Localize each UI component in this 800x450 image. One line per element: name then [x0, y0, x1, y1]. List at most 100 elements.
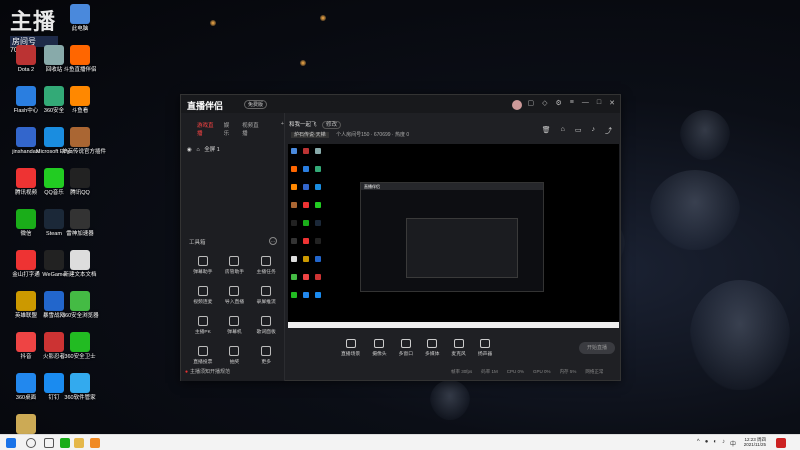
scene-item[interactable]: ◉ ⌂ 全屏 1	[187, 145, 284, 153]
start-live-button[interactable]: 开始直播	[579, 342, 615, 354]
desktop-icon[interactable]: 斗鱼直播伴侣	[62, 45, 98, 73]
toolbox-title: 工具箱	[189, 240, 206, 246]
shirt-icon[interactable]: ◇	[542, 99, 547, 107]
ime-icon[interactable]: 中	[730, 439, 736, 448]
notification-icon[interactable]	[776, 438, 786, 448]
notice-link[interactable]: 主播须知开播规范	[185, 368, 230, 375]
app-icon-qq[interactable]	[60, 438, 70, 448]
app-icon	[70, 373, 90, 393]
lock-icon[interactable]: ⌂	[196, 147, 199, 153]
source-control-label: 直播场景	[341, 352, 361, 357]
search-icon[interactable]	[26, 438, 36, 448]
desktop-icon[interactable]: 雷神加速器	[62, 209, 98, 237]
volume-icon[interactable]: ♪	[722, 439, 725, 448]
preview-desktop-icon	[315, 202, 321, 208]
tool-item[interactable]: 主播PK	[187, 316, 219, 335]
room-info-row: 炉石传说·天梯 个人房间号150 · 670699 · 热度 0	[291, 131, 409, 138]
source-control-icon	[427, 339, 438, 348]
edit-title-button[interactable]: 修改	[322, 121, 342, 129]
desktop-icon[interactable]: 360软件管家	[62, 373, 98, 401]
more-icon[interactable]: …	[269, 237, 277, 245]
share-icon[interactable]: ⤴	[605, 126, 612, 136]
status-bar: 帧率 30fps 码率 1M CPU 0% GPU 0% 内存 5% 网络正常	[451, 369, 603, 375]
maximize-icon[interactable]: □	[597, 99, 601, 107]
desktop-icon[interactable]: 斗鱼看	[62, 86, 98, 114]
windows-start-icon[interactable]	[6, 438, 16, 448]
tool-item[interactable]: 房管助手	[219, 256, 251, 275]
desktop-icon[interactable]: 新建文本文档	[62, 250, 98, 278]
tool-item[interactable]: 主播任务	[250, 256, 282, 275]
app-icon	[70, 4, 90, 24]
tab-video[interactable]: 视频直播	[242, 121, 259, 137]
glow-dot	[300, 60, 306, 66]
source-control-button[interactable]: 多媒体	[425, 339, 439, 357]
tool-item[interactable]: 更多	[250, 346, 282, 365]
tool-icon	[261, 316, 272, 326]
message-icon[interactable]: ▢	[528, 99, 535, 107]
left-panel: 游戏直播 娱乐 视频直播 + ◉ ⌂ 全屏 1 工具箱 … 弹幕助手 房管助手 主播…	[181, 113, 285, 381]
desktop-icon[interactable]: 360安全浏览器	[62, 291, 99, 319]
tool-icon	[229, 316, 240, 326]
stream-preview[interactable]: 直播伴侣	[288, 144, 619, 328]
desktop-icon-label: 新建文本文档	[63, 272, 97, 278]
jellyfish-decor	[680, 110, 730, 160]
menu-icon[interactable]: ≡	[570, 99, 574, 107]
screen-icon[interactable]: ▭	[575, 126, 582, 136]
room-title: 和我一起飞	[289, 122, 317, 128]
tool-item[interactable]: 视频连麦	[187, 286, 219, 305]
desktop-icon[interactable]: 炉石传说官方插件	[62, 127, 106, 155]
wechat-tray-icon[interactable]: ●	[705, 439, 709, 448]
live-assistant-taskbar-icon[interactable]	[90, 438, 100, 448]
source-control-button[interactable]: 扬声器	[478, 339, 492, 357]
desktop-icon-label: 斗鱼看	[71, 108, 89, 114]
tool-item[interactable]: 直播投票	[187, 346, 219, 365]
desktop-icon[interactable]: 360安全卫士	[62, 332, 98, 360]
file-explorer-icon[interactable]	[74, 438, 84, 448]
preview-desktop-icon	[291, 148, 297, 154]
tool-item[interactable]: 导入直播	[219, 286, 251, 305]
eye-icon[interactable]: ◉	[187, 147, 192, 153]
add-tab-icon[interactable]: +	[281, 121, 284, 137]
source-control-button[interactable]: 摄像头	[372, 339, 387, 357]
app-icon	[70, 332, 90, 352]
desktop-icon[interactable]: 腾讯QQ	[62, 168, 98, 196]
network-icon[interactable]: ◐	[713, 439, 717, 448]
tool-item[interactable]: 录屏推流	[250, 286, 282, 305]
edition-badge[interactable]: 免费版	[244, 100, 268, 109]
desktop-icon[interactable]: 此电脑	[62, 4, 98, 32]
tool-item[interactable]: 弹幕助手	[187, 256, 219, 275]
desktop-icon-label: 腾讯QQ	[70, 190, 90, 196]
category-tag[interactable]: 炉石传说·天梯	[291, 132, 329, 138]
tool-item[interactable]: 抽奖	[219, 346, 251, 365]
app-icon	[16, 414, 36, 434]
source-control-label: 多窗口	[398, 352, 414, 357]
bell-icon[interactable]: ♪	[592, 126, 596, 136]
jellyfish-decor	[650, 170, 740, 250]
minimize-icon[interactable]: —	[582, 99, 589, 107]
preview-desktop-icon	[303, 292, 309, 298]
chevron-up-icon[interactable]: ^	[697, 439, 700, 448]
source-control-label: 扬声器	[477, 352, 493, 357]
windows-taskbar: ^ ● ◐ ♪ 中 12:23 周四 2021/11/25	[0, 434, 800, 450]
source-control-button[interactable]: 麦克风	[451, 339, 466, 357]
source-control-button[interactable]: 多窗口	[399, 339, 413, 357]
clock[interactable]: 12:23 周四 2021/11/25	[744, 437, 766, 448]
tool-item[interactable]: 歌词面板	[250, 316, 282, 335]
trash-icon[interactable]: 🗑	[542, 126, 551, 136]
lock-icon[interactable]: ⌂	[561, 126, 565, 136]
task-view-icon[interactable]	[44, 438, 54, 448]
settings-icon[interactable]: ⚙	[556, 99, 562, 107]
tab-game[interactable]: 游戏直播	[197, 121, 214, 137]
tool-label: 歌词面板	[256, 330, 276, 335]
tool-label: 房管助手	[224, 270, 245, 275]
tool-icon	[261, 286, 272, 296]
close-icon[interactable]: ✕	[609, 99, 615, 107]
source-control-button[interactable]: 直播场景	[341, 339, 360, 357]
tab-entertainment[interactable]: 娱乐	[224, 121, 232, 137]
tool-item[interactable]: 弹幕机	[219, 316, 251, 335]
desktop-icon-label: 斗鱼直播伴侣	[63, 67, 97, 73]
status-item: 内存 5%	[559, 369, 577, 374]
source-control-icon	[400, 339, 411, 348]
app-icon	[16, 209, 36, 229]
user-avatar[interactable]	[512, 100, 522, 110]
